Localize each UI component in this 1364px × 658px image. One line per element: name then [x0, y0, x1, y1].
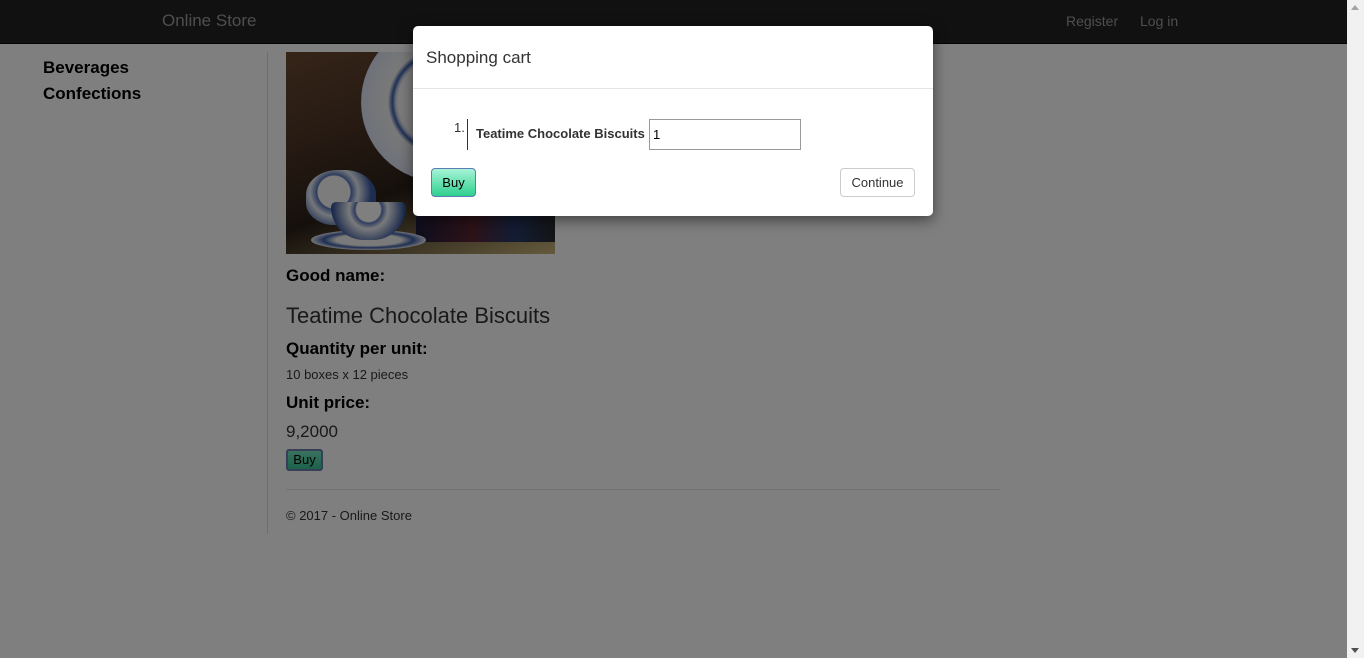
continue-button[interactable]: Continue	[840, 168, 915, 197]
modal-buy-button[interactable]: Buy	[431, 168, 476, 197]
modal-header: Shopping cart	[413, 26, 933, 89]
scroll-down-icon[interactable]	[1351, 648, 1359, 653]
vertical-scrollbar[interactable]	[1347, 0, 1364, 658]
shopping-cart-modal: Shopping cart 1. Teatime Chocolate Biscu…	[413, 26, 933, 216]
cart-quantity-input[interactable]	[649, 119, 801, 150]
cart-item-index: 1.	[454, 120, 465, 135]
scroll-up-icon[interactable]	[1351, 5, 1359, 10]
cart-item-separator	[467, 119, 468, 150]
cart-item-name: Teatime Chocolate Biscuits	[476, 126, 645, 141]
modal-title: Shopping cart	[426, 48, 531, 67]
